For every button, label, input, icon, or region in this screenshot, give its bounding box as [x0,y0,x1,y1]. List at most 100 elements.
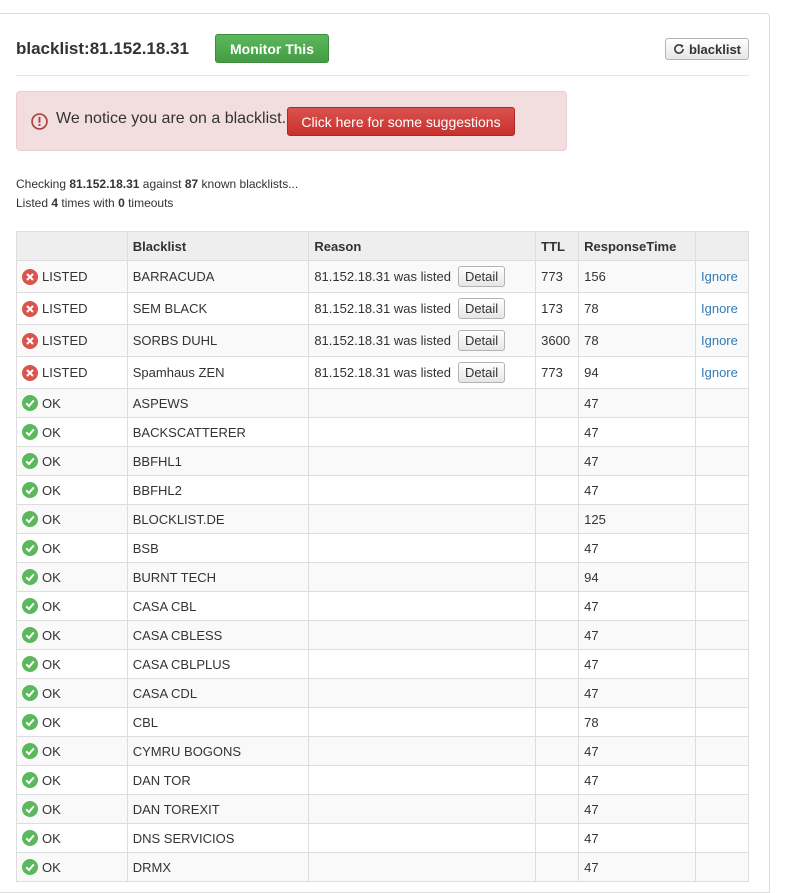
ignore-cell [695,388,749,418]
detail-button[interactable]: Detail [457,298,506,319]
reason-text: 81.152.18.31 was listed [314,301,451,316]
ok-check-icon [22,714,38,730]
reason-cell [308,823,537,853]
listed-x-icon [22,300,38,317]
status-label: LISTED [42,365,88,380]
reason-cell [308,446,537,476]
blacklist-name: DAN TOR [126,765,310,795]
status-cell: OK [16,678,128,708]
status-label: OK [42,830,61,846]
ttl-value [535,504,580,534]
listed-x-icon [22,268,38,285]
table-row: OK DNS SERVICIOS 47 [16,823,749,853]
table-row: OK CASA CDL 47 [16,678,749,708]
table-row: OK DAN TOR 47 [16,765,749,795]
monitor-this-button[interactable]: Monitor This [215,34,329,63]
response-time-value: 47 [578,446,696,476]
ignore-cell [695,678,749,708]
blacklist-name: CASA CDL [126,678,310,708]
status-cell: OK [16,591,128,621]
ignore-link[interactable]: Ignore [701,333,738,348]
table-row: LISTED Spamhaus ZEN 81.152.18.31 was liste… [16,356,749,389]
refresh-blacklist-button[interactable]: blacklist [665,38,749,60]
header-row: blacklist:81.152.18.31 Monitor This blac… [16,34,749,64]
ok-check-icon [22,395,38,411]
status-cell: OK [16,504,128,534]
ignore-cell [695,417,749,447]
page-title: blacklist:81.152.18.31 [16,39,189,58]
ttl-value: 773 [535,356,580,389]
ignore-link[interactable]: Ignore [701,365,738,380]
ok-check-icon [22,453,38,469]
reason-cell [308,388,537,418]
table-row: OK BBFHL2 47 [16,475,749,505]
table-header-row: Blacklist Reason TTL ResponseTime [16,231,749,261]
ttl-value [535,417,580,447]
response-time-value: 156 [578,260,696,293]
ok-check-icon [22,772,38,788]
reason-cell [308,504,537,534]
status-cell: OK [16,562,128,592]
response-time-value: 78 [578,707,696,737]
ttl-value [535,562,580,592]
status-label: LISTED [42,333,88,348]
reason-text: 81.152.18.31 was listed [314,365,451,380]
detail-button[interactable]: Detail [457,266,506,287]
ignore-link[interactable]: Ignore [701,301,738,316]
status-cell: OK [16,649,128,679]
detail-button[interactable]: Detail [457,362,506,383]
reason-cell: 81.152.18.31 was listed Detail [308,260,537,293]
blacklist-name: CASA CBL [126,591,310,621]
ignore-cell: Ignore [695,292,749,325]
blacklist-table: Blacklist Reason TTL ResponseTime LISTED… [16,231,749,882]
summary-ip: 81.152.18.31 [69,177,140,191]
ignore-cell [695,649,749,679]
status-label: OK [42,511,61,527]
ignore-link[interactable]: Ignore [701,269,738,284]
header-divider [16,75,749,76]
blacklist-name: CASA CBLPLUS [126,649,310,679]
status-label: OK [42,801,61,817]
blacklist-name: BBFHL1 [126,446,310,476]
header-blacklist: Blacklist [126,231,310,261]
response-time-value: 47 [578,475,696,505]
status-cell: OK [16,417,128,447]
ok-check-icon [22,569,38,585]
status-label: OK [42,743,61,759]
blacklist-name: CBL [126,707,310,737]
status-label: OK [42,540,61,556]
ok-check-icon [22,743,38,759]
response-time-value: 78 [578,292,696,325]
response-time-value: 47 [578,533,696,563]
ok-check-icon [22,656,38,672]
reason-cell [308,620,537,650]
ttl-value: 3600 [535,324,580,357]
suggestions-button[interactable]: Click here for some suggestions [287,107,515,136]
status-label: LISTED [42,269,88,284]
table-row: LISTED SEM BLACK 81.152.18.31 was listed De… [16,292,749,325]
table-row: OK CASA CBLESS 47 [16,620,749,650]
response-time-value: 47 [578,620,696,650]
alert-text: We notice you are on a blacklist. [56,110,287,127]
status-label: OK [42,656,61,672]
ignore-cell: Ignore [695,356,749,389]
ok-check-icon [22,598,38,614]
table-row: OK CASA CBLPLUS 47 [16,649,749,679]
status-cell: OK [16,794,128,824]
response-time-value: 47 [578,649,696,679]
reason-text: 81.152.18.31 was listed [314,333,451,348]
status-cell: OK [16,620,128,650]
blacklist-name: SEM BLACK [126,292,310,325]
ttl-value [535,823,580,853]
response-time-value: 47 [578,417,696,447]
response-time-value: 47 [578,591,696,621]
blacklist-name: CASA CBLESS [126,620,310,650]
table-row: LISTED BARRACUDA 81.152.18.31 was listed De… [16,260,749,293]
reason-cell [308,562,537,592]
detail-button[interactable]: Detail [457,330,506,351]
ignore-cell [695,504,749,534]
check-summary: Checking 81.152.18.31 against 87 known b… [16,175,298,213]
ignore-cell [695,707,749,737]
reason-cell: 81.152.18.31 was listed Detail [308,292,537,325]
ignore-cell [695,852,749,882]
